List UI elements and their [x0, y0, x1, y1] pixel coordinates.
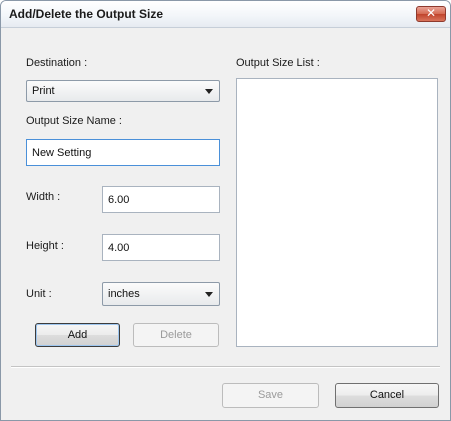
- unit-select[interactable]: inches: [102, 282, 220, 306]
- save-button[interactable]: Save: [222, 383, 319, 408]
- unit-label: Unit :: [26, 288, 52, 300]
- chevron-down-icon: [205, 89, 213, 94]
- dialog-window: Add/Delete the Output Size ✕ Destination…: [0, 0, 451, 421]
- chevron-down-icon: [205, 292, 213, 297]
- close-icon: ✕: [425, 6, 437, 20]
- destination-select[interactable]: Print: [26, 80, 220, 102]
- output-size-list-label: Output Size List :: [236, 57, 320, 69]
- dialog-title: Add/Delete the Output Size: [9, 7, 164, 21]
- cancel-button[interactable]: Cancel: [335, 383, 439, 408]
- height-label: Height :: [26, 240, 64, 252]
- destination-label: Destination :: [26, 57, 88, 69]
- destination-value: Print: [32, 85, 55, 97]
- unit-value: inches: [108, 288, 140, 300]
- output-size-name-input[interactable]: [26, 139, 220, 166]
- output-size-list[interactable]: [236, 78, 438, 347]
- separator: [11, 366, 440, 368]
- delete-button[interactable]: Delete: [133, 323, 219, 347]
- output-size-name-label: Output Size Name :: [26, 115, 122, 127]
- height-input[interactable]: [102, 234, 220, 261]
- width-input[interactable]: [102, 186, 220, 213]
- close-button[interactable]: ✕: [416, 6, 446, 22]
- width-label: Width :: [26, 191, 61, 203]
- add-button[interactable]: Add: [35, 323, 120, 347]
- title-bar[interactable]: Add/Delete the Output Size ✕: [1, 1, 450, 28]
